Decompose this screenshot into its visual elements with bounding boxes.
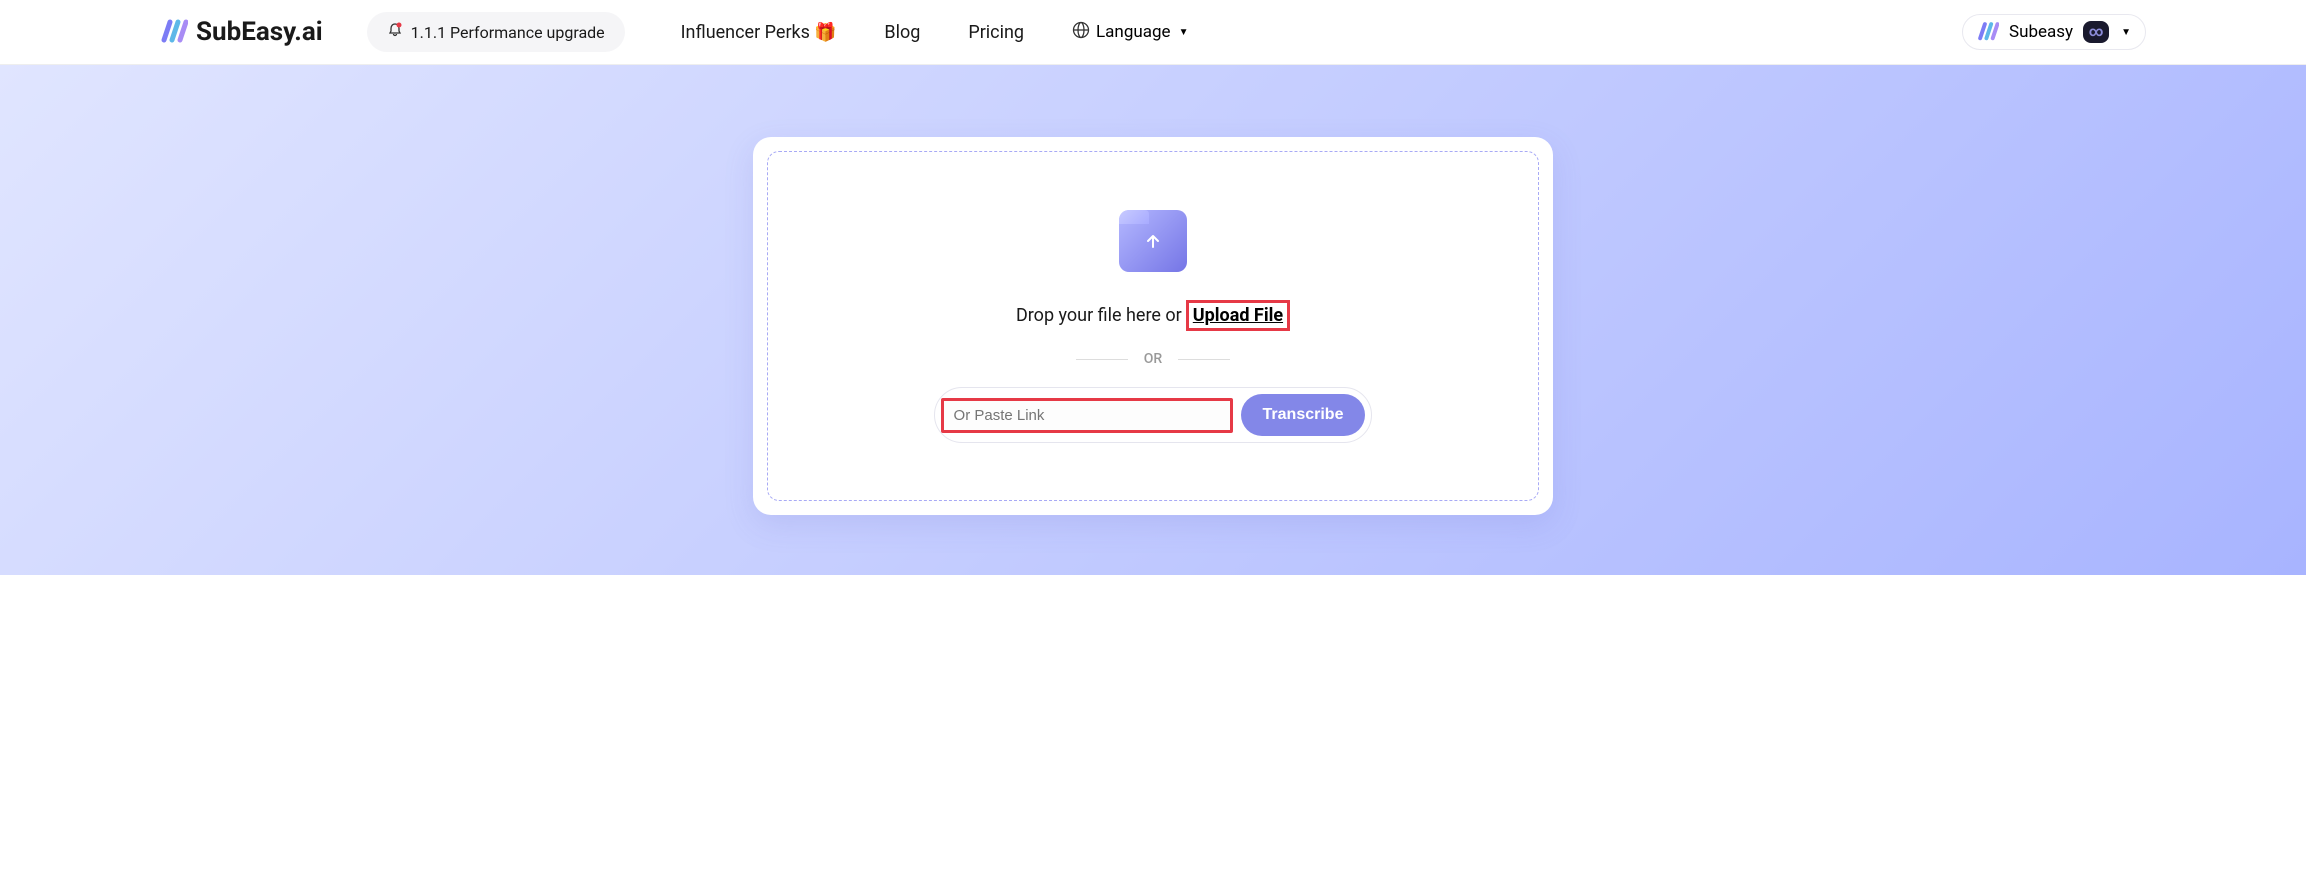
paste-link-input[interactable] (941, 398, 1233, 433)
chevron-down-icon: ▼ (2121, 27, 2131, 38)
nav-influencer[interactable]: Influencer Perks 🎁 (681, 22, 837, 43)
gift-icon: 🎁 (814, 22, 836, 43)
nav-pricing[interactable]: Pricing (968, 22, 1024, 43)
paste-section: Transcribe (934, 387, 1373, 443)
nav-links: Influencer Perks 🎁 Blog Pricing Language… (681, 21, 1189, 44)
nav-blog[interactable]: Blog (884, 22, 920, 43)
announcement-text: 1.1.1 Performance upgrade (411, 23, 605, 42)
chevron-down-icon: ▼ (1179, 27, 1189, 38)
user-badge: ∞ (2083, 21, 2109, 43)
or-divider: OR (1076, 351, 1230, 367)
globe-icon (1072, 21, 1090, 44)
language-label: Language (1096, 22, 1171, 42)
logo[interactable]: SubEasy.ai (160, 17, 323, 47)
drop-text-row: Drop your file here or Upload File (1016, 300, 1290, 331)
upload-card: Drop your file here or Upload File OR Tr… (753, 137, 1553, 515)
language-selector[interactable]: Language ▼ (1072, 21, 1188, 44)
user-logo-icon (1977, 21, 1999, 43)
announcement-pill[interactable]: 1.1.1 Performance upgrade (367, 12, 625, 52)
hero-section: Drop your file here or Upload File OR Tr… (0, 65, 2306, 575)
user-name: Subeasy (2009, 22, 2073, 42)
logo-text: SubEasy.ai (196, 17, 323, 47)
drop-text-prefix: Drop your file here or (1016, 305, 1182, 326)
bell-icon (387, 22, 403, 42)
upload-dropzone[interactable]: Drop your file here or Upload File OR Tr… (767, 151, 1539, 501)
transcribe-button[interactable]: Transcribe (1241, 394, 1366, 436)
user-menu[interactable]: Subeasy ∞ ▼ (1962, 14, 2146, 50)
header: SubEasy.ai 1.1.1 Performance upgrade Inf… (0, 0, 2306, 65)
upload-folder-icon (1119, 210, 1187, 272)
upload-file-link[interactable]: Upload File (1193, 305, 1283, 326)
or-text: OR (1144, 351, 1162, 367)
upload-file-highlight: Upload File (1186, 300, 1290, 331)
logo-icon (160, 18, 188, 46)
